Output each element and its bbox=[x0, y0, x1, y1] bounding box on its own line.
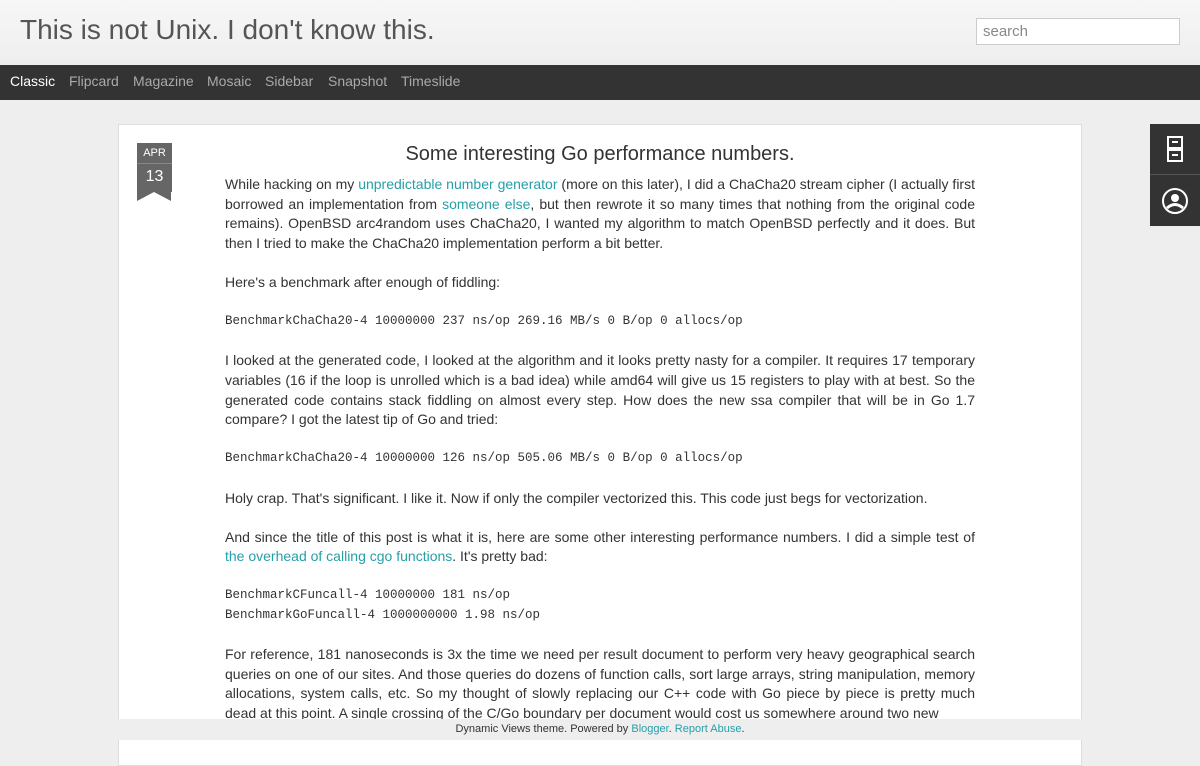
post-body: While hacking on my unpredictable number… bbox=[225, 175, 975, 743]
view-navbar: Classic Flipcard Magazine Mosaic Sidebar… bbox=[0, 65, 1200, 100]
post-paragraph: While hacking on my unpredictable number… bbox=[225, 176, 975, 251]
someone-else-link[interactable]: someone else bbox=[442, 196, 530, 212]
dock-divider bbox=[1150, 174, 1200, 175]
nav-item-mosaic[interactable]: Mosaic bbox=[207, 65, 251, 100]
search-input[interactable] bbox=[976, 18, 1180, 45]
nav-item-sidebar[interactable]: Sidebar bbox=[265, 65, 313, 100]
post-title[interactable]: Some interesting Go performance numbers. bbox=[225, 143, 975, 166]
profile-button[interactable] bbox=[1150, 176, 1200, 226]
archive-icon bbox=[1167, 136, 1183, 162]
date-day: 13 bbox=[137, 164, 172, 192]
nav-item-timeslide[interactable]: Timeslide bbox=[401, 65, 460, 100]
blog-title[interactable]: This is not Unix. I don't know this. bbox=[20, 14, 435, 46]
date-ribbon-tail bbox=[137, 192, 171, 201]
profile-icon bbox=[1162, 188, 1188, 214]
nav-item-magazine[interactable]: Magazine bbox=[133, 65, 194, 100]
code-block: BenchmarkCFuncall-4 10000000 181 ns/op Be… bbox=[225, 588, 541, 623]
nav-item-snapshot[interactable]: Snapshot bbox=[328, 65, 387, 100]
code-block: BenchmarkChaCha20-4 10000000 126 ns/op 5… bbox=[225, 451, 743, 466]
blogger-link[interactable]: Blogger bbox=[631, 723, 668, 735]
side-dock bbox=[1150, 124, 1200, 226]
code-block: BenchmarkChaCha20-4 10000000 237 ns/op 2… bbox=[225, 314, 743, 329]
blog-header: This is not Unix. I don't know this. bbox=[0, 0, 1200, 65]
archive-button[interactable] bbox=[1150, 124, 1200, 174]
unpredictable-number-generator-link[interactable]: unpredictable number generator bbox=[358, 176, 557, 192]
post-paragraph: And since the title of this post is what… bbox=[225, 528, 975, 565]
footer: Dynamic Views theme. Powered by Blogger.… bbox=[0, 719, 1200, 740]
post-paragraph: Here's a benchmark after enough of fiddl… bbox=[225, 273, 501, 290]
date-badge: APR 13 bbox=[137, 143, 172, 201]
post-paragraph: For reference, 181 nanoseconds is 3x the… bbox=[225, 646, 975, 722]
report-abuse-link[interactable]: Report Abuse bbox=[675, 723, 742, 735]
post-paragraph: I looked at the generated code, I looked… bbox=[225, 352, 975, 428]
date-month: APR bbox=[137, 143, 172, 164]
cgo-overhead-link[interactable]: the overhead of calling cgo functions bbox=[225, 548, 452, 564]
nav-item-flipcard[interactable]: Flipcard bbox=[69, 65, 119, 100]
post-paragraph: Holy crap. That's significant. I like it… bbox=[225, 489, 928, 506]
nav-item-classic[interactable]: Classic bbox=[10, 65, 55, 100]
